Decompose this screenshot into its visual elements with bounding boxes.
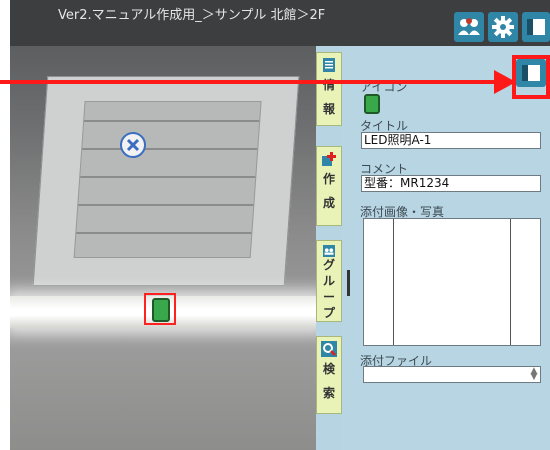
file-select[interactable]	[363, 366, 541, 383]
photo-view[interactable]	[10, 46, 340, 450]
photo-slot-divider	[393, 219, 394, 345]
vent-slat	[78, 204, 254, 206]
annotation-highlight-box	[512, 55, 550, 99]
breadcrumb-title: Ver2.マニュアル作成用_＞サンプル 北館＞2F	[58, 8, 326, 23]
vent-slat	[76, 232, 252, 234]
group-icon	[323, 245, 335, 257]
attached-photos-box[interactable]	[363, 218, 541, 346]
spinner-icon[interactable]: ▲ ▼	[529, 367, 539, 382]
document-icon	[323, 58, 335, 72]
group-button[interactable]	[454, 12, 484, 42]
tab-search-label: 検索	[322, 362, 335, 400]
tab-info[interactable]: 情報	[316, 52, 342, 126]
annotation-arrow-line	[0, 80, 496, 84]
vent-slat	[80, 176, 256, 178]
add-icon	[322, 152, 336, 166]
vent-slat	[84, 120, 260, 122]
tab-group[interactable]: グループ	[316, 240, 342, 322]
led-icon[interactable]	[364, 94, 380, 114]
led-marker-highlight[interactable]	[144, 293, 176, 325]
comment-field[interactable]: 型番：MR1234	[361, 175, 541, 192]
photo-slot-divider	[510, 219, 511, 345]
tab-create-label: 作成	[322, 172, 335, 210]
close-marker-icon[interactable]	[120, 132, 146, 158]
gear-icon	[492, 16, 514, 38]
vent-grille	[73, 101, 262, 258]
settings-button[interactable]	[488, 12, 518, 42]
x-icon	[126, 138, 140, 152]
group-icon	[458, 18, 480, 35]
led-marker-icon[interactable]	[152, 298, 170, 322]
tab-search[interactable]: 検索	[316, 336, 342, 414]
vent-slat	[82, 148, 258, 150]
tab-create[interactable]: 作成	[316, 146, 342, 226]
panel-icon	[527, 19, 545, 35]
panel-splitter-handle[interactable]	[347, 270, 350, 296]
search-icon	[321, 341, 337, 357]
ceiling-air-conditioner	[32, 76, 300, 286]
tab-group-label: グループ	[322, 258, 335, 320]
title-field[interactable]: LED照明A-1	[361, 132, 541, 149]
panel-toggle-button[interactable]	[522, 12, 550, 42]
